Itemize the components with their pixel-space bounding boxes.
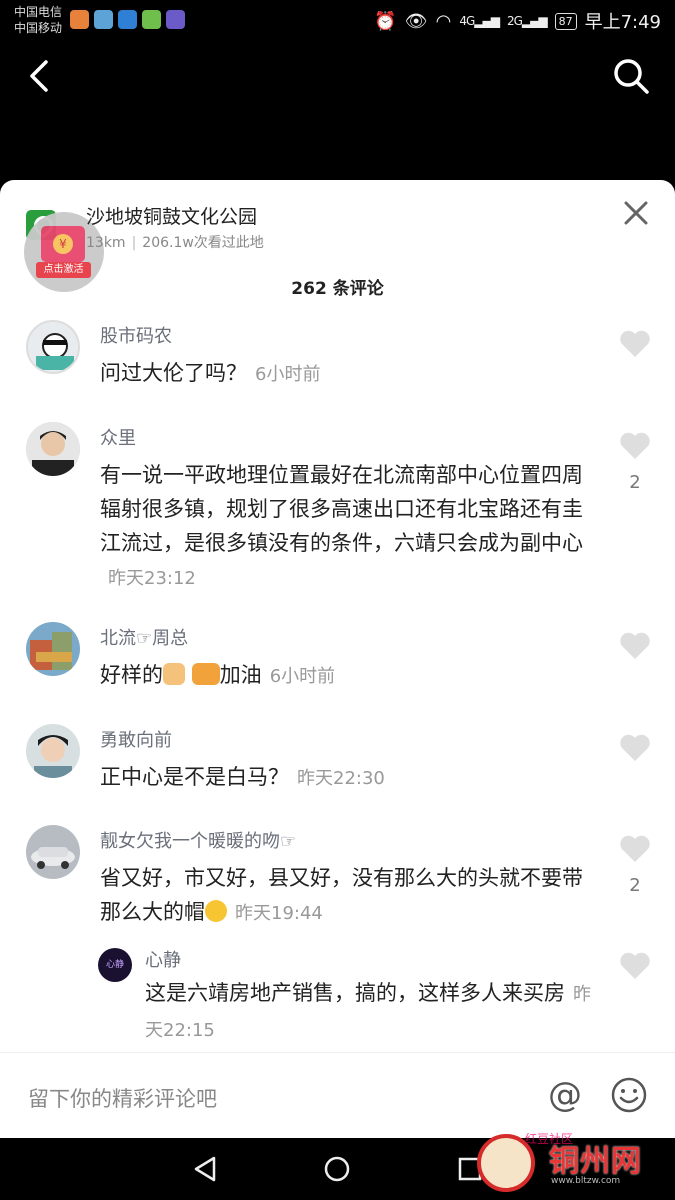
avatar[interactable] [26,320,80,374]
comment-time: 6小时前 [269,666,336,687]
like-count: 2 [629,875,641,896]
clock: 早上7:49 [584,12,661,33]
search-icon [614,59,649,94]
comment-count: 262 条评论 [291,279,384,299]
search-button[interactable] [611,56,651,96]
signal-icon: 4G▂▄▆ [459,14,500,28]
comment-text: 正中心是不是白马？ 昨天22:30 [100,765,385,789]
like-button[interactable]: 2 [619,432,651,493]
comment-time: 昨天22:30 [297,768,385,789]
close-button[interactable] [623,200,649,226]
smiley-icon [611,1077,647,1113]
comment-username[interactable]: 靓女欠我一个暖暖的吻☞ [100,827,296,853]
avatar[interactable] [26,724,80,778]
finger-heart-emoji-icon [163,663,185,685]
alarm-icon: ⏰ [374,10,397,32]
comment-time: 昨天19:44 [235,903,323,924]
comment-text: 问过大伦了吗？ 6小时前 [100,361,321,385]
carrier-2: 中国移动 [14,21,63,35]
mention-button[interactable]: @ [545,1075,585,1115]
circle-home-icon [324,1156,350,1182]
reply-username[interactable]: 心静 [145,946,181,972]
reply-text: 这是六靖房地产销售，搞的，这样多人来买房 昨天22:15 [145,981,591,1041]
like-button[interactable] [619,330,651,370]
back-arrow-icon [30,60,48,92]
heart-icon [620,835,650,862]
battery-indicator: 87 [554,12,577,30]
avatar[interactable] [26,825,80,879]
app-notification-icon [94,10,113,29]
eye-icon: 👁 [404,10,428,32]
app-notification-icon [142,10,161,29]
comment-username[interactable]: 勇敢向前 [100,726,172,752]
nav-home-button[interactable] [322,1154,352,1184]
like-count: 2 [629,472,641,493]
avatar[interactable] [26,622,80,676]
heart-icon [620,330,650,357]
carrier-info: 中国电信 中国移动 [14,4,62,36]
comment-text: 省又好，市又好，县又好，没有那么大的头就不要带那么大的帽 昨天19:44 [100,866,583,924]
comment-input-bar: 留下你的精彩评论吧 @ [0,1052,675,1138]
place-meta: 13km | 206.1w次看过此地 [86,235,264,251]
laughing-emoji-icon [205,900,227,922]
place-views: 206.1w次看过此地 [142,235,264,251]
like-button[interactable] [619,952,651,984]
like-button[interactable]: 2 [619,835,651,896]
heart-icon [620,952,650,979]
triangle-back-icon [194,1156,216,1182]
comment-text: 有一说一平政地理位置最好在北流南部中心位置四周辐射很多镇，规划了很多高速出口还有… [100,463,583,589]
avatar-text: 心静 [105,960,124,970]
place-distance: 13km [86,235,126,251]
app-notification-icon [70,10,89,29]
heart-icon [620,734,650,761]
back-button[interactable] [22,56,58,96]
comment-username[interactable]: 股市码农 [100,322,172,348]
status-indicators: ⏰ 👁 ◠ 4G▂▄▆ 2G▂▄▆ 87 早上7:49 [374,8,661,34]
watermark: 红豆社区 铜州网 www.bltzw.com [477,1128,667,1196]
watermark-text: 铜州网 [549,1144,642,1179]
comment-time: 昨天23:12 [108,568,196,589]
place-title[interactable]: 沙地坡铜鼓文化公园 [86,202,257,229]
emoji-button[interactable] [609,1075,649,1115]
comment-username[interactable]: 众里 [100,424,136,450]
comment-username[interactable]: 北流☞周总 [100,624,188,650]
avatar[interactable] [26,422,80,476]
top-nav [0,40,675,115]
wifi-icon: ◠ [435,10,452,32]
comment-input[interactable]: 留下你的精彩评论吧 [28,1083,217,1113]
comments-sheet: 点击激活 沙地坡铜鼓文化公园 13km|206.1w次看过此地 262 条评论 … [0,180,675,1138]
comment-time: 6小时前 [255,364,321,385]
heart-icon [620,632,650,659]
comment-text: 好样的 加油 6小时前 [100,663,336,687]
status-bar: 中国电信 中国移动 ⏰ 👁 ◠ 4G▂▄▆ 2G▂▄▆ 87 早上7:49 [0,0,675,40]
signal-icon: 2G▂▄▆ [506,14,548,28]
avatar[interactable]: 心静 [98,948,132,982]
close-icon [624,201,648,225]
cheer-emoji-icon [191,663,220,685]
watermark-url: www.bltzw.com [551,1176,621,1186]
app-notification-icon [118,10,137,29]
like-button[interactable] [619,734,651,774]
nav-back-button[interactable] [190,1154,220,1184]
heart-icon [620,432,650,459]
carrier-1: 中国电信 [14,5,63,19]
app-notification-icon [166,10,185,29]
notification-icons [70,10,185,29]
red-envelope-icon [41,226,85,262]
like-button[interactable] [619,632,651,672]
